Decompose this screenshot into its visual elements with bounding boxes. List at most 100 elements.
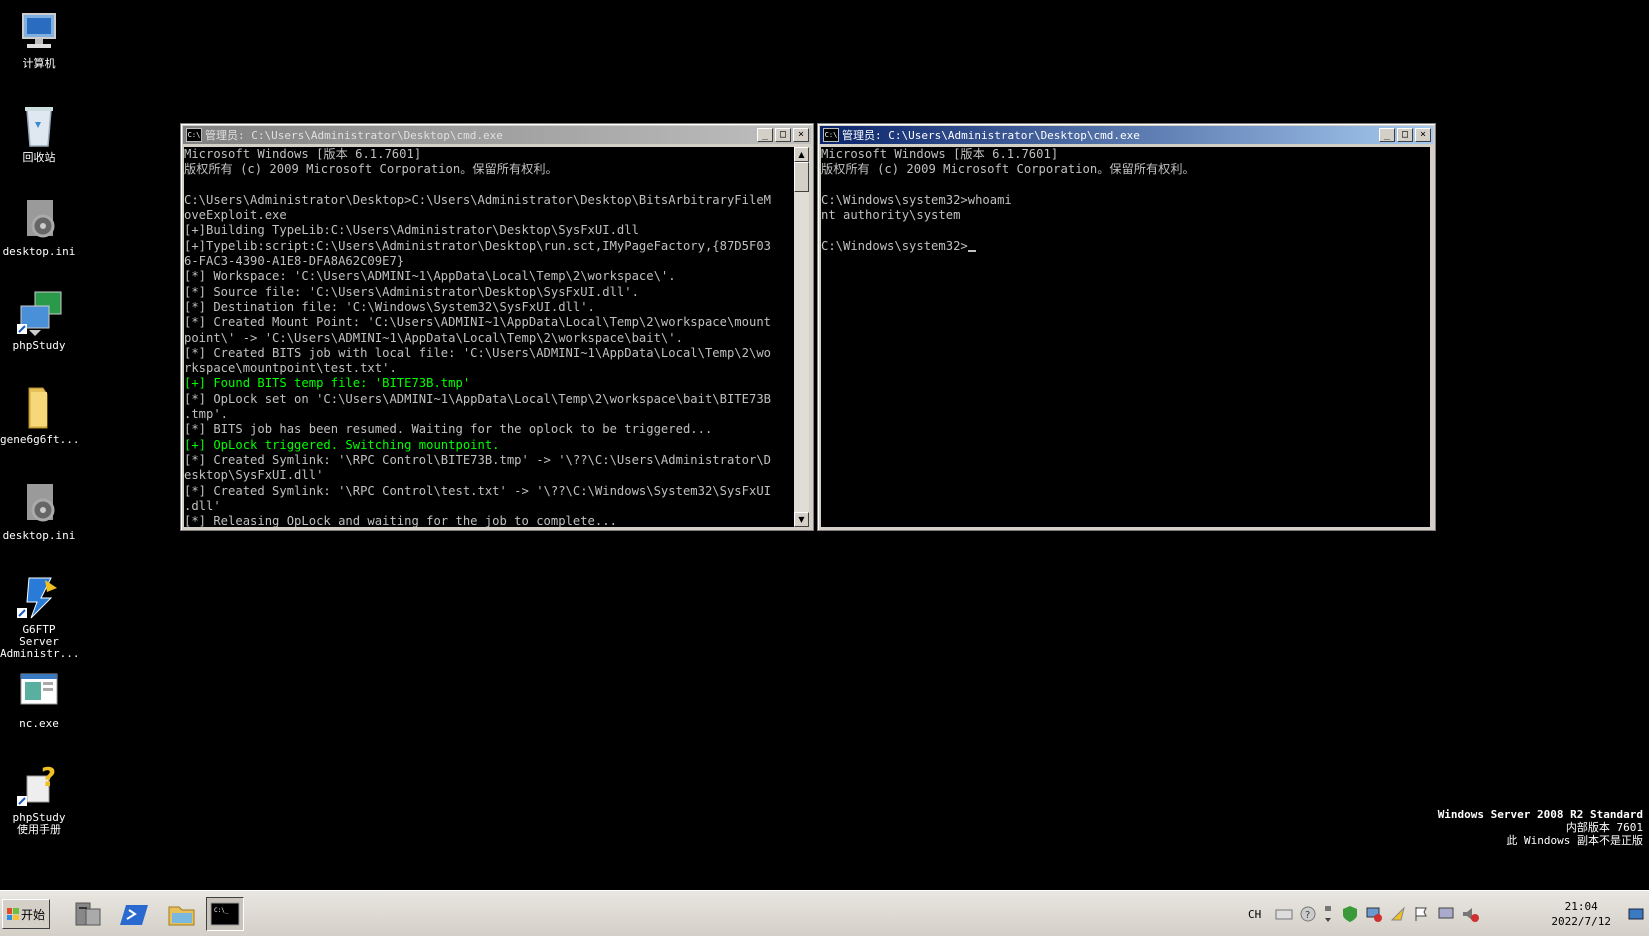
console-line: oveExploit.exe [184, 208, 794, 223]
taskbar: 开始 C:\_ CH ? 21:04 2022/7/12 [0, 890, 1649, 936]
console-line-text: [*] Created Symlink: '\RPC Control\BITE7… [184, 452, 771, 467]
console-output[interactable]: Microsoft Windows [版本 6.1.7601] 版权所有 (c) … [184, 147, 794, 527]
cmd-window-left[interactable]: C:\ 管理员: C:\Users\Administrator\Desktop\… [180, 123, 814, 531]
console-line-text: Microsoft Windows [版本 6.1.7601] [821, 147, 1059, 161]
console-line: Microsoft Windows [版本 6.1.7601] [184, 147, 794, 162]
console-line-text: [*] OpLock set on 'C:\Users\ADMINI~1\App… [184, 391, 771, 406]
desktop-icon-desktop-ini-1[interactable]: desktop.ini [0, 196, 78, 258]
console-line: 版权所有 (c) 2009 Microsoft Corporation。保留所有… [821, 162, 1430, 177]
keyboard-icon[interactable] [1275, 906, 1293, 922]
console-line: [*] Workspace: 'C:\Users\ADMINI~1\AppDat… [184, 269, 794, 284]
console-line-text: [*] Workspace: 'C:\Users\ADMINI~1\AppDat… [184, 269, 676, 284]
powershell-icon [120, 905, 148, 925]
language-indicator[interactable]: CH [1248, 908, 1261, 921]
maximize-button[interactable]: □ [775, 128, 791, 142]
console-line: C:\Windows\system32> [821, 239, 1430, 254]
console-line-text: 版权所有 (c) 2009 Microsoft Corporation。保留所有… [821, 162, 1195, 177]
computer-icon [15, 8, 63, 56]
console-line: esktop\SysFxUI.dll' [184, 468, 794, 483]
console-line: 6-FAC3-4390-A1E8-DFA8A62C09E7} [184, 254, 794, 269]
console-line: 版权所有 (c) 2009 Microsoft Corporation。保留所有… [184, 162, 794, 177]
console-line-text: [+] OpLock triggered. Switching mountpoi… [184, 437, 500, 452]
security-icon[interactable] [1341, 905, 1359, 923]
console-line-text: C:\Windows\system32>whoami [821, 192, 1012, 207]
minimize-button[interactable]: _ [1379, 128, 1395, 142]
desktop-icon-label: 计算机 [22, 57, 56, 70]
clock[interactable]: 21:04 2022/7/12 [1551, 899, 1611, 929]
console-line: [*] Created Symlink: '\RPC Control\test.… [184, 484, 794, 499]
start-button[interactable]: 开始 [2, 899, 50, 929]
close-button[interactable]: × [1415, 128, 1431, 142]
desktop-icon-label: desktop.ini [2, 245, 76, 258]
console-line: C:\Windows\system32>whoami [821, 193, 1430, 208]
network-icon[interactable] [1365, 905, 1383, 923]
clock-date: 2022/7/12 [1551, 915, 1611, 928]
application-window-icon [15, 668, 63, 716]
console-line: [*] OpLock set on 'C:\Users\ADMINI~1\App… [184, 392, 794, 407]
window-title: 管理员: C:\Users\Administrator\Desktop\cmd.… [842, 129, 1140, 142]
console-line-text: [*] Created Symlink: '\RPC Control\test.… [184, 483, 771, 498]
title-bar[interactable]: C:\ 管理员: C:\Users\Administrator\Desktop\… [183, 126, 811, 144]
cmd-icon: C:\_ [210, 902, 240, 926]
console-line: nt authority\system [821, 208, 1430, 223]
console-line: [+]Building TypeLib:C:\Users\Administrat… [184, 223, 794, 238]
scroll-thumb[interactable] [794, 162, 809, 192]
desktop-icon-label: phpStudy使用手册 [12, 811, 66, 836]
start-label: 开始 [20, 907, 45, 922]
maximize-button[interactable]: □ [1397, 128, 1413, 142]
server-manager-button[interactable] [68, 897, 106, 931]
show-desktop-button[interactable] [1627, 899, 1645, 929]
windows-watermark: Windows Server 2008 R2 Standard 内部版本 760… [1438, 808, 1643, 847]
console-line: [*] Source file: 'C:\Users\Administrator… [184, 285, 794, 300]
explorer-button[interactable] [162, 897, 200, 931]
desktop-icon-gene6-folder[interactable]: gene6g6ft... [0, 384, 79, 446]
console-line-text: C:\Users\Administrator\Desktop>C:\Users\… [184, 192, 771, 207]
svg-text:?: ? [41, 763, 56, 793]
console-line: point\' -> 'C:\Users\ADMINI~1\AppData\Lo… [184, 331, 794, 346]
desktop-icon-phpstudy[interactable]: phpStudy [0, 290, 78, 352]
console-line-text: [*] Created BITS job with local file: 'C… [184, 345, 771, 360]
console-line-text: rkspace\mountpoint\test.txt'. [184, 361, 397, 376]
console-line: [+] OpLock triggered. Switching mountpoi… [184, 438, 794, 453]
watermark-genuine: 此 Windows 副本不是正版 [1506, 834, 1643, 847]
display-icon[interactable] [1437, 905, 1455, 923]
powershell-button[interactable] [116, 897, 154, 931]
console-line: [*] Created Mount Point: 'C:\Users\ADMIN… [184, 315, 794, 330]
close-button[interactable]: × [793, 128, 809, 142]
console-line: rkspace\mountpoint\test.txt'. [184, 361, 794, 376]
cmd-icon: C:\ [823, 128, 839, 142]
scroll-down-button[interactable]: ▼ [794, 512, 809, 527]
desktop-icon-computer[interactable]: 计算机 [0, 8, 78, 70]
connection-icon[interactable] [1389, 905, 1407, 923]
taskbar-cmd-button[interactable]: C:\_ [206, 897, 244, 931]
desktop-icon-g6ftp-admin[interactable]: G6FTP Server Administr... [0, 574, 79, 660]
settings-file-icon [15, 480, 63, 528]
console-line: [*] Created Symlink: '\RPC Control\BITE7… [184, 453, 794, 468]
action-center-flag-icon[interactable] [1413, 905, 1431, 923]
desktop-icon-desktop-ini-2[interactable]: desktop.ini [0, 480, 78, 542]
show-desktop-icon [1628, 908, 1644, 920]
console-line-text: [+]Building TypeLib:C:\Users\Administrat… [184, 223, 639, 238]
title-bar[interactable]: C:\ 管理员: C:\Users\Administrator\Desktop\… [820, 126, 1433, 144]
minimize-button[interactable]: _ [757, 128, 773, 142]
scroll-up-button[interactable]: ▲ [794, 147, 809, 162]
desktop-icon-nc-exe[interactable]: nc.exe [0, 668, 78, 730]
options-icon[interactable] [1323, 904, 1333, 924]
console-line: Microsoft Windows [版本 6.1.7601] [821, 147, 1430, 162]
text-cursor [967, 249, 976, 252]
vertical-scrollbar[interactable]: ▲ ▼ [794, 147, 809, 527]
window-title: 管理员: C:\Users\Administrator\Desktop\cmd.… [205, 129, 503, 142]
cmd-window-right[interactable]: C:\ 管理员: C:\Users\Administrator\Desktop\… [817, 123, 1436, 531]
help-icon[interactable]: ? [1299, 905, 1317, 923]
volume-muted-icon[interactable] [1461, 905, 1480, 923]
console-output[interactable]: Microsoft Windows [版本 6.1.7601] 版权所有 (c) … [821, 147, 1430, 527]
desktop-icon-recycle-bin[interactable]: 回收站 [0, 102, 78, 164]
console-line-text: oveExploit.exe [184, 208, 287, 223]
console-line-text: 6-FAC3-4390-A1E8-DFA8A62C09E7} [184, 254, 405, 269]
console-line-text: [*] Releasing OpLock and waiting for the… [184, 514, 617, 527]
desktop-icon-phpstudy-manual[interactable]: ? phpStudy使用手册 [0, 762, 78, 836]
console-line: [*] BITS job has been resumed. Waiting f… [184, 422, 794, 437]
